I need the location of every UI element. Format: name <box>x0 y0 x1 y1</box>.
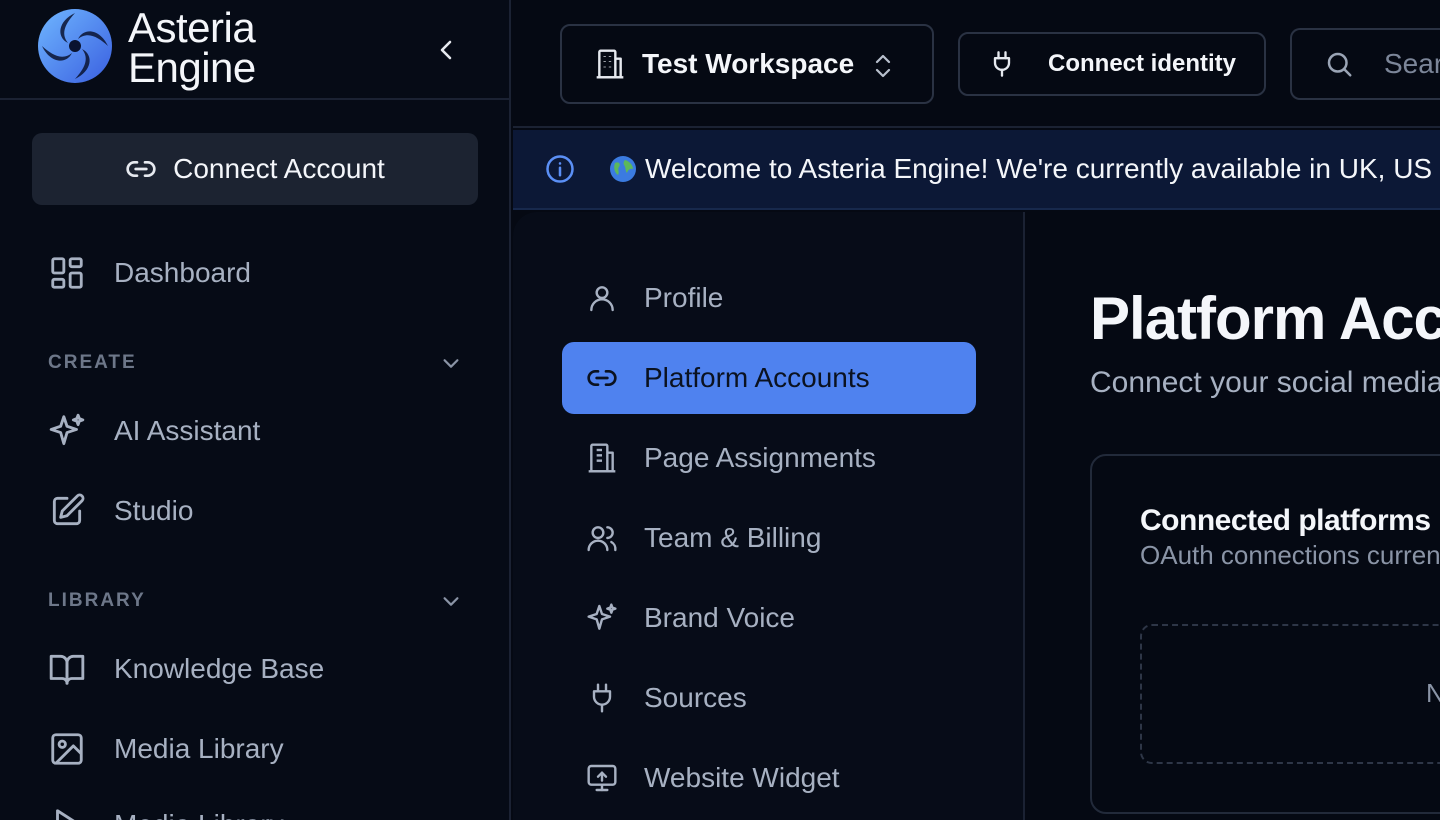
page-title: Platform Accounts <box>1090 285 1440 352</box>
asteria-logo <box>38 9 112 83</box>
settings-item-profile[interactable]: Profile <box>562 262 976 334</box>
brand-line-2: Engine <box>128 44 256 91</box>
sidebar-item-studio[interactable]: Studio <box>48 486 193 536</box>
sidebar-item-media-library-partial[interactable]: Media Library <box>48 800 284 820</box>
workspace-name: Test Workspace <box>642 48 855 79</box>
banner-text: Welcome to Asteria Engine! We're current… <box>645 153 1433 184</box>
building-icon <box>596 49 624 79</box>
sparkles-icon <box>587 603 617 630</box>
link-icon <box>587 370 617 386</box>
settings-item-label: Website Widget <box>644 762 840 793</box>
settings-nav: Profile Platform Accounts Page Assignmen… <box>513 212 1025 820</box>
settings-item-label: Platform Accounts <box>644 362 870 393</box>
settings-item-team-billing[interactable]: Team & Billing <box>562 502 976 574</box>
sparkles-icon <box>49 413 85 446</box>
collapse-sidebar-icon[interactable] <box>434 36 458 64</box>
search-placeholder: Search <box>1384 48 1440 79</box>
sidebar-item-label: Media Library <box>114 733 284 764</box>
brand-wordmark: Asteria Engine <box>128 4 256 91</box>
info-icon <box>546 155 574 183</box>
plug-icon <box>993 51 1011 77</box>
dashboard-icon <box>51 257 83 289</box>
link-icon <box>126 161 156 177</box>
settings-item-page-assignments[interactable]: Page Assignments <box>562 422 976 494</box>
section-library[interactable]: LIBRARY <box>48 590 462 612</box>
settings-item-brand-voice[interactable]: Brand Voice <box>562 582 976 654</box>
chevron-down-icon[interactable] <box>440 352 462 374</box>
connect-identity-button[interactable]: Connect identity <box>958 32 1266 96</box>
brand-header: Asteria Engine <box>0 0 509 100</box>
user-icon <box>590 286 614 312</box>
section-create[interactable]: CREATE <box>48 352 462 374</box>
top-bar: Test Workspace Connect identity Search <box>513 0 1440 128</box>
plug-icon <box>592 683 612 713</box>
chevron-down-icon[interactable] <box>440 590 462 612</box>
play-icon <box>56 809 75 820</box>
chevrons-up-down-icon <box>875 54 891 78</box>
connect-account-label: Connect Account <box>173 153 385 184</box>
sidebar-item-label: AI Assistant <box>114 415 261 446</box>
book-open-icon <box>49 654 85 685</box>
section-create-label: CREATE <box>48 352 137 373</box>
edit-icon <box>52 493 85 526</box>
brand-line-1: Asteria <box>128 4 256 51</box>
users-icon <box>587 526 617 552</box>
settings-item-label: Page Assignments <box>644 442 876 473</box>
sidebar-item-label: Dashboard <box>114 257 251 288</box>
image-icon <box>51 733 83 765</box>
building-icon <box>588 443 616 473</box>
search-input[interactable]: Search <box>1290 28 1440 100</box>
empty-state-text: No <box>1426 678 1440 708</box>
monitor-icon <box>587 764 617 792</box>
sidebar: Asteria Engine Connect Account Dashboard… <box>0 0 511 820</box>
sidebar-item-label: Studio <box>114 495 194 526</box>
welcome-banner: Welcome to Asteria Engine! We're current… <box>513 130 1440 210</box>
connected-platforms-card: Connected platforms OAuth connections cu… <box>1090 454 1440 814</box>
connect-identity-label: Connect identity <box>1048 50 1237 77</box>
card-subtitle: OAuth connections currently active <box>1140 540 1440 570</box>
settings-item-platform-accounts[interactable]: Platform Accounts <box>562 342 976 414</box>
settings-item-label: Profile <box>644 282 724 313</box>
page-subtitle: Connect your social media accounts <box>1090 366 1440 399</box>
card-title: Connected platforms <box>1140 504 1431 537</box>
sidebar-item-ai-assistant[interactable]: AI Assistant <box>48 406 260 456</box>
connect-account-button[interactable]: Connect Account <box>32 133 478 205</box>
sidebar-item-label: Media Library <box>114 809 284 820</box>
empty-state-box: No <box>1140 624 1440 764</box>
settings-item-label: Sources <box>644 682 747 713</box>
globe-icon <box>610 156 636 182</box>
settings-item-sources[interactable]: Sources <box>562 662 976 734</box>
sidebar-item-dashboard[interactable]: Dashboard <box>48 248 251 298</box>
section-library-label: LIBRARY <box>48 590 146 611</box>
search-icon <box>1327 52 1352 77</box>
settings-item-website-widget[interactable]: Website Widget <box>562 742 976 814</box>
main-content: Platform Accounts Connect your social me… <box>1027 212 1440 820</box>
settings-item-label: Team & Billing <box>644 522 822 553</box>
sidebar-item-knowledge-base[interactable]: Knowledge Base <box>48 644 324 694</box>
workspace-switcher[interactable]: Test Workspace <box>560 24 934 104</box>
sidebar-item-media-library[interactable]: Media Library <box>48 724 284 774</box>
sidebar-item-label: Knowledge Base <box>114 653 325 684</box>
settings-item-label: Brand Voice <box>644 602 795 633</box>
